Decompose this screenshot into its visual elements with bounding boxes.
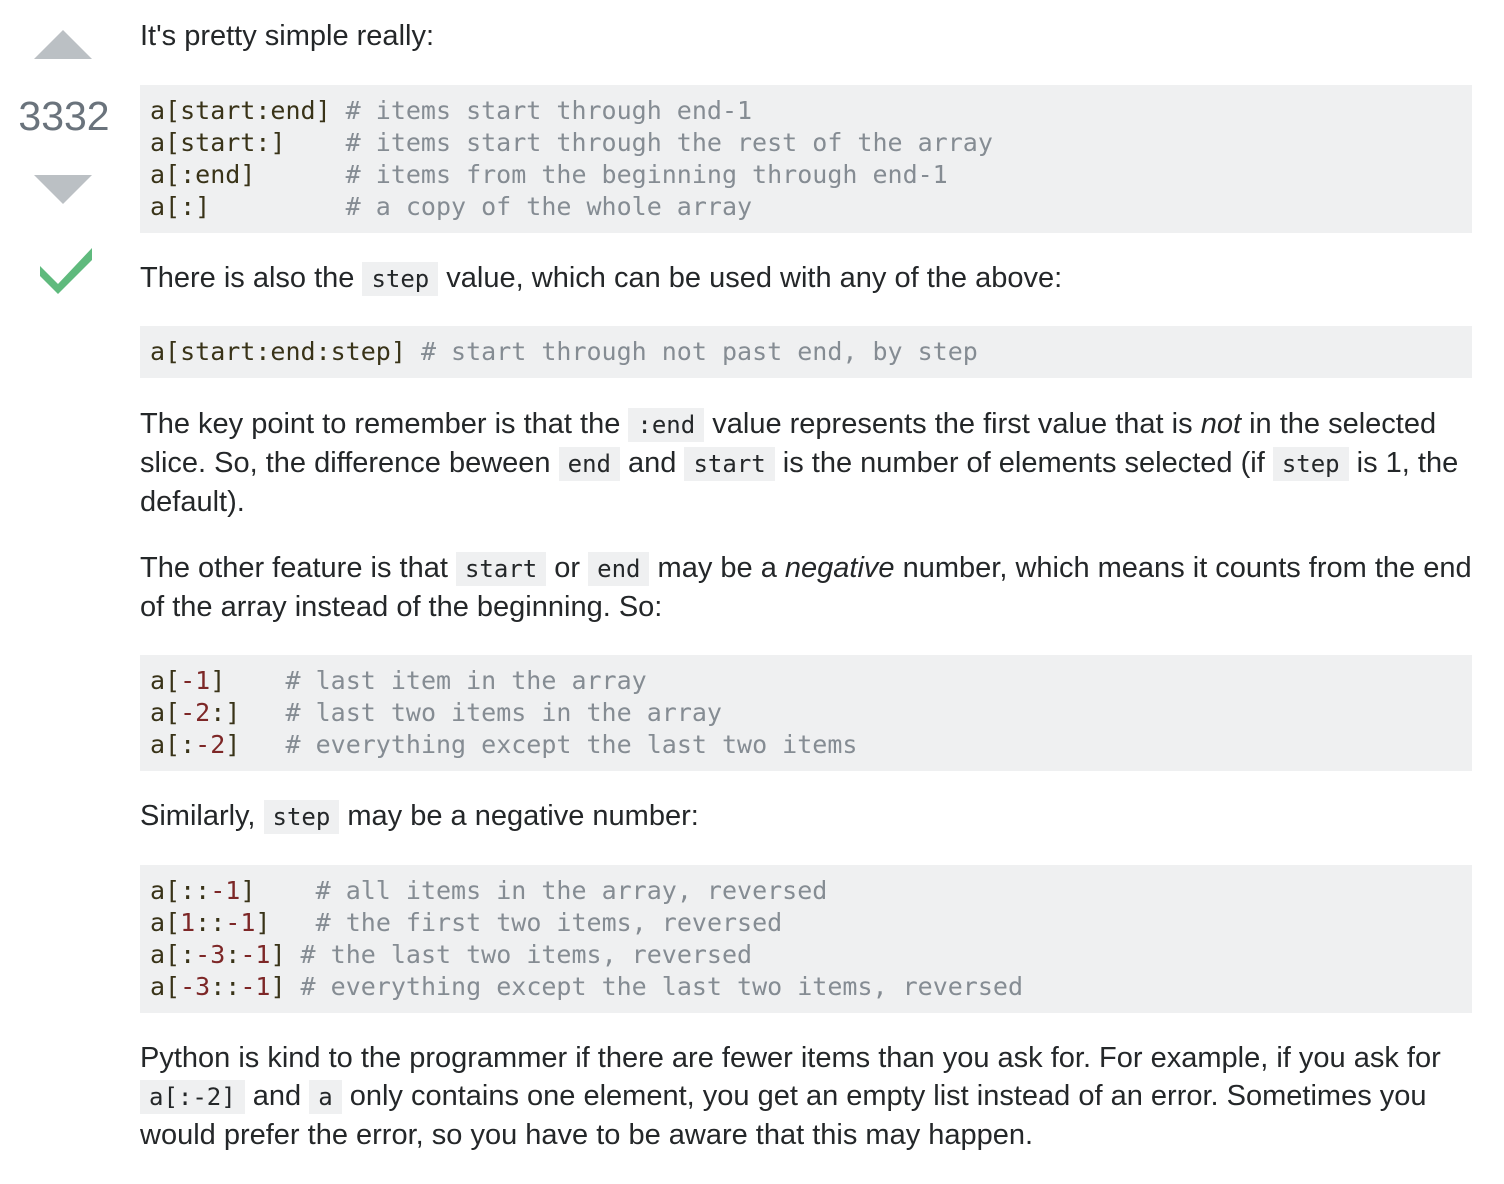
code-comment: # the last two items, reversed [300,940,753,969]
code-line: a[start:] # items start through the rest… [150,128,993,157]
code-line: a[start:end] # items start through end-1 [150,96,752,125]
vote-count: 3332 [18,93,110,139]
intro-paragraph: It's pretty simple really: [140,20,435,52]
code-line: a[:] # a copy of the whole array [150,192,752,221]
code-block-reversed: a[::-1] # all items in the array, revers… [140,865,1472,1013]
inline-code: :end [628,408,705,442]
code-number: -3 [195,940,226,969]
text: The other feature is that [140,552,456,584]
code-number: -3 [180,972,211,1001]
text: value, which can be used with any of the… [438,262,1063,294]
code-text: a[start:end] [150,96,346,125]
text: and [619,447,685,479]
code-text: ] [240,876,316,905]
text: or [546,552,589,584]
code-line: a[:-3:-1] # the last two items, reversed [150,940,752,969]
code-number: -1 [210,876,241,905]
text: The key point to remember is that the [140,408,629,440]
code-comment: # items start through end-1 [345,96,753,125]
code-text: a[:: [150,876,211,905]
code-block-slicing: a[start:end] # items start through end-1… [140,85,1472,233]
upvote-arrow-icon[interactable] [34,30,92,59]
closing-paragraph: Python is kind to the programmer if ther… [140,1039,1472,1154]
code-comment: # last item in the array [285,666,647,695]
code-comment: # everything except the last two items [285,730,858,759]
code-text: ] [225,730,286,759]
code-line: a[1::-1] # the first two items, reversed [150,908,782,937]
code-text: :: [195,908,226,937]
code-number: -2 [195,730,226,759]
code-text: a[ [150,908,181,937]
code-comment: # last two items in the array [285,698,722,727]
code-line: a[:end] # items from the beginning throu… [150,160,948,189]
inline-code: end [558,447,620,481]
code-text: : [225,940,241,969]
code-number: -1 [225,908,256,937]
code-number: -1 [240,940,271,969]
inline-code: start [684,447,775,481]
downvote-arrow-icon[interactable] [34,175,92,204]
code-number: -2 [180,698,211,727]
code-text: a[ [150,698,181,727]
negative-step-paragraph: Similarly, step may be a negative number… [140,797,699,836]
code-comment: # everything except the last two items, … [300,972,1024,1001]
text: Similarly, [140,800,264,832]
code-text: a[:end] [150,160,346,189]
accepted-checkmark-icon [40,248,92,294]
emphasis: negative [784,552,895,584]
code-text: :] [210,698,286,727]
inline-code: start [455,552,547,586]
code-comment: # items from the beginning through end-1 [345,160,948,189]
negative-paragraph: The other feature is that start or end m… [140,549,1472,626]
inline-code: a[:-2] [140,1080,245,1114]
code-number: -1 [180,666,211,695]
code-text: a[: [150,940,196,969]
code-line: a[-2:] # last two items in the array [150,698,722,727]
code-block-negative-index: a[-1] # last item in the array a[-2:] # … [140,655,1472,771]
text: may be a negative number: [339,800,699,832]
code-block-step: a[start:end:step] # start through not pa… [140,326,1472,378]
code-number: -1 [240,972,271,1001]
code-line: a[start:end:step] # start through not pa… [150,337,978,366]
code-text: ] [270,940,301,969]
code-text: a[:] [150,192,346,221]
text: is the number of elements selected (if [774,447,1273,479]
step-paragraph: There is also the step value, which can … [140,259,1062,298]
code-text: ] [255,908,316,937]
code-comment: # the first two items, reversed [315,908,783,937]
code-line: a[-3::-1] # everything except the last t… [150,972,1023,1001]
code-text: ] [210,666,286,695]
inline-code: step [263,800,340,834]
code-line: a[-1] # last item in the array [150,666,647,695]
code-comment: # all items in the array, reversed [315,876,828,905]
code-text: a[ [150,972,181,1001]
text: and [244,1080,310,1112]
text: Python is kind to the programmer if ther… [140,1042,1441,1074]
code-line: a[::-1] # all items in the array, revers… [150,876,827,905]
inline-code: step [362,262,439,296]
code-text: :: [210,972,241,1001]
key-point-paragraph: The key point to remember is that the :e… [140,405,1472,521]
text: may be a [649,552,785,584]
code-number: 1 [180,908,196,937]
code-comment: # items start through the rest of the ar… [345,128,993,157]
code-text: a[start:end:step] [150,337,421,366]
text: There is also the [140,262,363,294]
inline-code: end [588,552,650,586]
inline-code: a [309,1080,342,1114]
inline-code: step [1272,447,1349,481]
emphasis: not [1200,408,1242,440]
code-comment: # start through not past end, by step [420,337,978,366]
text: value represents the first value that is [704,408,1201,440]
code-text: a[: [150,730,196,759]
code-text: ] [270,972,301,1001]
code-text: a[start:] [150,128,346,157]
code-comment: # a copy of the whole array [345,192,753,221]
code-line: a[:-2] # everything except the last two … [150,730,857,759]
code-text: a[ [150,666,181,695]
